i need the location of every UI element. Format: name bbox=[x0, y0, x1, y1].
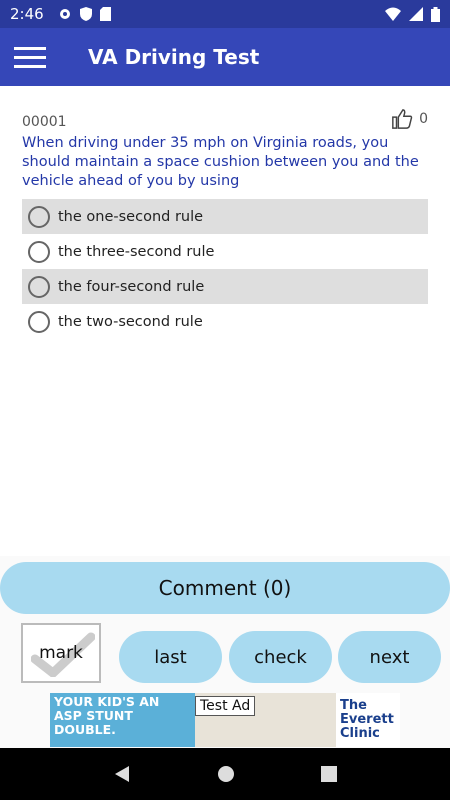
radio-button[interactable] bbox=[28, 275, 50, 298]
answer-label: the three-second rule bbox=[58, 243, 215, 260]
battery-icon bbox=[431, 6, 440, 22]
ad-brand: The Everett Clinic bbox=[336, 693, 400, 747]
answer-option[interactable]: the three-second rule bbox=[22, 234, 428, 269]
answer-option[interactable]: the two-second rule bbox=[22, 304, 428, 339]
check-button[interactable]: check bbox=[229, 631, 332, 683]
wifi-icon bbox=[385, 7, 401, 21]
back-icon[interactable] bbox=[113, 765, 131, 783]
gear-icon bbox=[59, 9, 70, 19]
status-bar: 2:46 bbox=[0, 0, 450, 28]
mark-label: mark bbox=[39, 643, 83, 663]
thumbs-up-icon bbox=[392, 109, 413, 129]
question-text: When driving under 35 mph on Virginia ro… bbox=[22, 135, 419, 189]
mark-button[interactable]: mark bbox=[21, 623, 101, 683]
recents-icon[interactable] bbox=[321, 766, 337, 782]
signal-icon bbox=[409, 7, 423, 21]
answer-option[interactable]: the four-second rule bbox=[22, 269, 428, 304]
like-button[interactable]: 0 bbox=[391, 108, 428, 130]
question-panel: 00001 0 When driving under 35 mph on Vir… bbox=[0, 86, 450, 556]
answer-label: the two-second rule bbox=[58, 313, 203, 330]
radio-button[interactable] bbox=[28, 240, 50, 263]
radio-button[interactable] bbox=[28, 205, 50, 228]
status-time: 2:46 bbox=[10, 5, 44, 23]
system-nav-bar bbox=[0, 748, 450, 800]
ad-banner[interactable]: YOUR KID'S AN ASP STUNT DOUBLE. Test Ad … bbox=[50, 693, 400, 747]
app-title: VA Driving Test bbox=[88, 45, 260, 69]
sd-card-icon bbox=[99, 7, 111, 21]
answer-label: the four-second rule bbox=[58, 278, 205, 295]
app-bar: VA Driving Test bbox=[0, 28, 450, 86]
answer-option[interactable]: the one-second rule bbox=[22, 199, 428, 234]
answer-options: the one-second rule the three-second rul… bbox=[22, 199, 428, 339]
next-button[interactable]: next bbox=[338, 631, 441, 683]
home-icon[interactable] bbox=[217, 765, 235, 783]
comment-button[interactable]: Comment (0) bbox=[0, 562, 450, 614]
ad-headline: YOUR KID'S AN ASP STUNT DOUBLE. bbox=[50, 693, 195, 747]
shield-icon bbox=[79, 7, 92, 21]
menu-icon[interactable] bbox=[0, 28, 60, 86]
last-button[interactable]: last bbox=[119, 631, 222, 683]
radio-button[interactable] bbox=[28, 310, 50, 333]
like-count: 0 bbox=[419, 111, 428, 127]
answer-label: the one-second rule bbox=[58, 208, 204, 225]
test-ad-label: Test Ad bbox=[195, 696, 256, 716]
question-number: 00001 bbox=[22, 114, 67, 130]
